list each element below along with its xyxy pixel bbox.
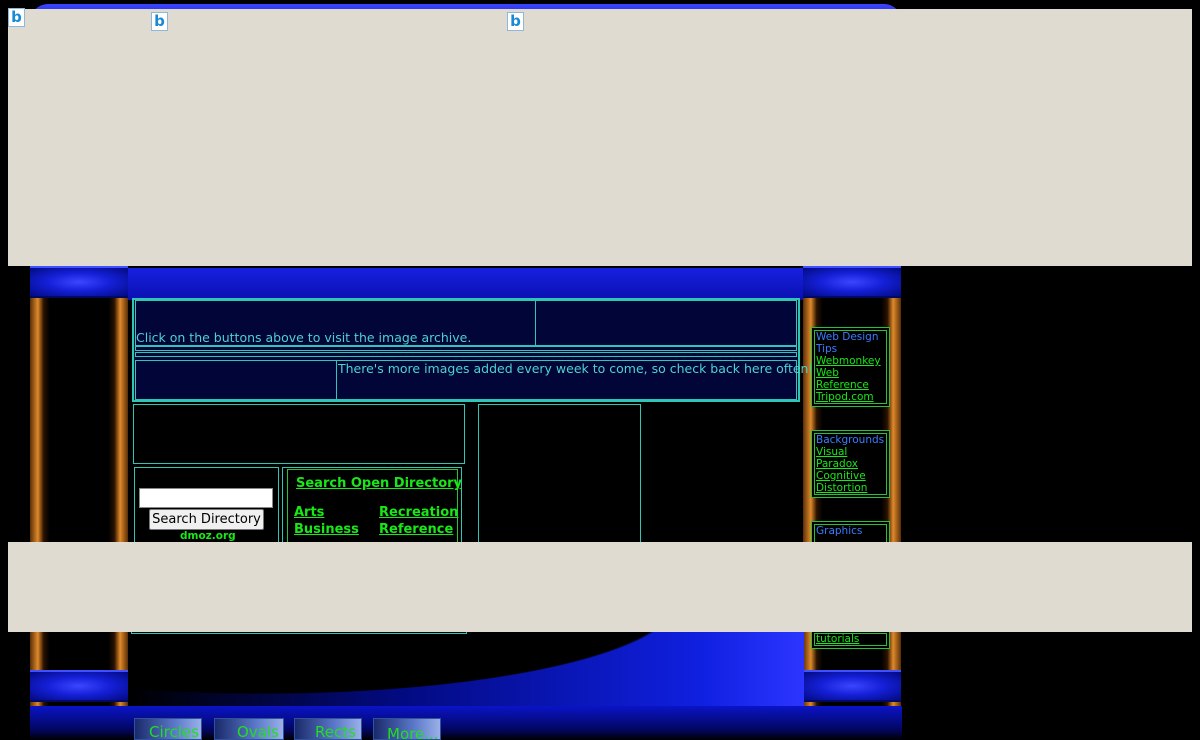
empty-box: [133, 404, 465, 464]
open-directory-title-link[interactable]: Search Open Directory: [296, 476, 462, 491]
weekly-note: There's more images added every week to …: [338, 361, 814, 376]
webmonkey-link[interactable]: Webmonkey: [816, 355, 887, 367]
cognitive-distortion-link[interactable]: Cognitive Distortion: [816, 470, 887, 494]
broken-image-icon: b: [8, 8, 25, 27]
bottom-overlay: [8, 542, 1192, 632]
left-pillar-bottom-cap: [30, 670, 128, 702]
tripod-link[interactable]: Tripod.com: [816, 391, 887, 403]
top-overlay: [8, 9, 1192, 266]
nav-button-circles[interactable]: Circles: [134, 718, 202, 740]
category-link-reference[interactable]: Reference: [379, 522, 453, 537]
nav-button-more[interactable]: More...: [373, 718, 441, 740]
web-design-heading: Web Design Tips: [816, 331, 879, 355]
category-link-arts[interactable]: Arts: [294, 505, 324, 520]
category-link-business[interactable]: Business: [294, 522, 359, 537]
right-pillar-bottom-cap: [803, 670, 901, 702]
graphics-heading: Graphics: [816, 525, 863, 537]
center-header-band: [128, 268, 804, 300]
left-pillar-top-cap: [30, 266, 128, 298]
divider-bottom: [135, 352, 797, 357]
left-pillar: [30, 268, 128, 708]
broken-image-icon: b: [507, 12, 524, 31]
info-cell-bottom-left: [135, 360, 337, 400]
graphics-box-lower: tutorials: [811, 630, 890, 649]
nav-button-ovals[interactable]: Ovals: [214, 718, 284, 740]
category-link-recreation[interactable]: Recreation: [379, 505, 458, 520]
search-input[interactable]: [139, 488, 273, 508]
search-directory-button[interactable]: Search Directory: [149, 509, 264, 530]
backgrounds-heading: Backgrounds: [816, 434, 885, 446]
broken-image-icon: b: [151, 12, 168, 31]
backgrounds-box: Backgrounds Visual Paradox Cognitive Dis…: [811, 430, 890, 498]
divider-top: [135, 346, 797, 351]
empty-column-box: [478, 404, 641, 544]
nav-button-rects[interactable]: Rects: [294, 718, 362, 740]
archive-note: Click on the buttons above to visit the …: [136, 330, 472, 345]
web-design-tips-box: Web Design Tips Webmonkey Web Reference …: [811, 327, 890, 407]
dmoz-credit: dmoz.org: [180, 530, 236, 542]
tutorials-link[interactable]: tutorials: [816, 633, 887, 645]
right-pillar-top-cap: [803, 266, 901, 298]
web-reference-link[interactable]: Web Reference: [816, 367, 887, 391]
info-cell-top-right: [535, 300, 797, 346]
visual-paradox-link[interactable]: Visual Paradox: [816, 446, 887, 470]
